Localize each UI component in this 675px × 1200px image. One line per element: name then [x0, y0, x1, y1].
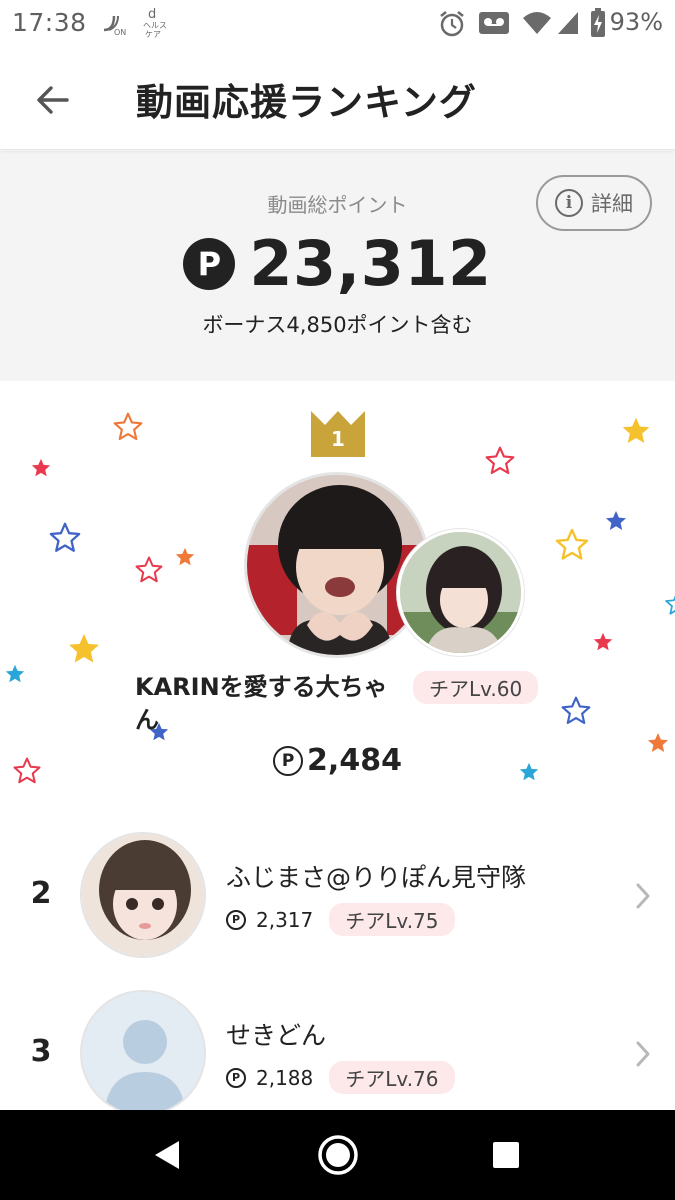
user-name: せきどん	[226, 1021, 327, 1050]
user-meta: P 2,317 チアLv.75	[226, 903, 455, 936]
star-icon	[175, 547, 195, 566]
star-icon	[622, 417, 650, 443]
user-meta: P 2,188 チアLv.76	[226, 1061, 455, 1094]
home-circle-icon	[318, 1135, 358, 1175]
square-recents-icon	[493, 1142, 519, 1168]
idol-photo	[400, 532, 521, 653]
points-summary: 動画総ポイント i 詳細 P 23,312 ボーナス4,850ポイント含む	[0, 151, 675, 381]
ranking-row[interactable]: 2 ふじまさ@りりぽん見守隊 P 2,317 チアLv.75	[0, 820, 675, 970]
page-title: 動画応援ランキング	[136, 81, 477, 124]
back-button[interactable]	[28, 76, 76, 124]
star-outline-icon	[135, 556, 163, 583]
first-place-section[interactable]: 1 KARINを愛する大ちゃん チアLv.60 P 2,484	[0, 381, 675, 811]
nav-back-button[interactable]	[122, 1110, 212, 1200]
system-nav-bar	[0, 1110, 675, 1200]
signal-icon	[556, 10, 580, 40]
nfc-on-icon: ON	[100, 10, 126, 40]
detail-button-label: 詳細	[591, 192, 633, 216]
svg-text:ON: ON	[114, 28, 126, 36]
star-icon	[593, 632, 613, 651]
star-outline-icon	[49, 522, 81, 552]
svg-text:d: d	[148, 7, 156, 22]
star-outline-icon	[555, 528, 589, 560]
user-avatar	[80, 990, 206, 1116]
bonus-points-text: ボーナス4,850ポイント含む	[202, 313, 473, 337]
rank-number: 3	[30, 1034, 52, 1069]
first-rank-number: 1	[331, 427, 345, 451]
rank-number: 2	[30, 876, 52, 911]
star-outline-icon	[113, 412, 143, 441]
user-points: 2,188	[256, 1065, 314, 1090]
user-name: ふじまさ@りりぽん見守隊	[226, 863, 527, 892]
battery-charging-icon	[590, 8, 606, 42]
triangle-back-icon	[155, 1141, 179, 1169]
first-place-points-value: 2,484	[307, 743, 402, 778]
point-icon: P	[273, 745, 304, 776]
point-icon: P	[183, 237, 236, 290]
arrow-left-icon	[37, 86, 69, 114]
star-icon	[31, 458, 51, 477]
star-icon	[606, 511, 626, 530]
star-icon	[69, 634, 99, 663]
total-points-value: 23,312	[249, 227, 492, 300]
level-badge: チアLv.75	[329, 903, 455, 936]
point-icon: P	[226, 909, 246, 930]
star-outline-icon	[561, 696, 591, 725]
first-place-points: P 2,484	[0, 743, 675, 778]
default-avatar-icon	[82, 992, 204, 1114]
target-idol-avatar	[397, 529, 524, 656]
battery-percent: 93%	[609, 8, 663, 36]
docomo-health-icon: d ヘルス ケア	[140, 6, 168, 44]
svg-text:ケア: ケア	[145, 30, 161, 39]
detail-button[interactable]: i 詳細	[536, 175, 652, 231]
star-outline-icon	[665, 595, 675, 615]
star-icon	[5, 664, 25, 683]
first-place-level-badge: チアLv.60	[413, 671, 539, 704]
chevron-right-icon	[636, 1041, 650, 1067]
first-place-name: KARINを愛する大ちゃん	[135, 673, 388, 734]
app-header: 動画応援ランキング	[0, 48, 675, 150]
star-outline-icon	[485, 446, 515, 475]
point-icon: P	[226, 1067, 246, 1088]
chevron-right-icon	[636, 883, 650, 909]
user-photo	[82, 834, 204, 956]
svg-text:ヘルス: ヘルス	[143, 21, 167, 30]
wifi-icon	[522, 10, 552, 40]
user-avatar	[80, 832, 206, 958]
nav-recents-button[interactable]	[461, 1110, 551, 1200]
info-icon: i	[555, 189, 583, 217]
user-points: 2,317	[256, 907, 314, 932]
total-points-row: P 23,312	[0, 227, 675, 300]
level-badge: チアLv.76	[329, 1061, 455, 1094]
status-time: 17:38	[12, 8, 87, 37]
status-bar: 17:38 ON d ヘルス ケア 93%	[0, 0, 675, 48]
nav-home-button[interactable]	[293, 1110, 383, 1200]
alarm-icon	[438, 10, 466, 42]
ranking-row[interactable]: 3 せきどん P 2,188 チアLv.76	[0, 978, 675, 1128]
voicemail-icon	[478, 10, 510, 40]
